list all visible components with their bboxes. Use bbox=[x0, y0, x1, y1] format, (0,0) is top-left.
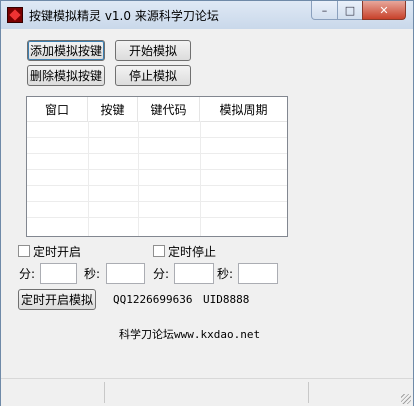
list-grid-line bbox=[200, 121, 201, 236]
add-key-button[interactable]: 添加模拟按键 bbox=[27, 40, 105, 61]
close-button[interactable]: ✕ bbox=[362, 1, 406, 20]
timer-stop-checkbox[interactable] bbox=[153, 245, 165, 257]
stop-minute-label: 分: bbox=[153, 267, 170, 281]
minimize-button[interactable]: – bbox=[311, 1, 338, 20]
start-second-input[interactable] bbox=[106, 263, 145, 284]
stop-simulation-button[interactable]: 停止模拟 bbox=[115, 65, 191, 86]
app-window: 按键模拟精灵 v1.0 来源科学刀论坛 – □ ✕ 添加模拟按键 开始模拟 删除… bbox=[0, 0, 414, 406]
uid-text: UID8888 bbox=[203, 293, 250, 306]
start-minute-label: 分: bbox=[19, 267, 36, 281]
list-grid-line bbox=[27, 153, 287, 154]
qq-contact-text: QQ1226699636 bbox=[113, 293, 193, 306]
resize-grip-icon[interactable] bbox=[401, 394, 411, 404]
delete-key-button[interactable]: 删除模拟按键 bbox=[27, 65, 105, 86]
list-grid-line bbox=[27, 217, 287, 218]
list-grid-line bbox=[27, 185, 287, 186]
stop-second-input[interactable] bbox=[238, 263, 278, 284]
list-header: 窗口 按键 键代码 模拟周期 bbox=[27, 97, 287, 122]
maximize-button[interactable]: □ bbox=[337, 1, 363, 20]
site-text: 科学刀论坛www.kxdao.net bbox=[119, 328, 261, 341]
status-bar bbox=[1, 378, 413, 406]
stop-minute-input[interactable] bbox=[174, 263, 214, 284]
timer-start-checkbox[interactable] bbox=[18, 245, 30, 257]
list-grid-line bbox=[27, 169, 287, 170]
list-grid-line bbox=[138, 121, 139, 236]
status-divider bbox=[104, 382, 105, 403]
status-divider bbox=[308, 382, 309, 403]
key-list[interactable]: 窗口 按键 键代码 模拟周期 bbox=[26, 96, 288, 237]
timer-start-label[interactable]: 定时开启 bbox=[33, 243, 81, 260]
column-header-window[interactable]: 窗口 bbox=[27, 97, 88, 121]
list-grid-line bbox=[88, 121, 89, 236]
list-grid-line bbox=[27, 201, 287, 202]
start-second-label: 秒: bbox=[84, 267, 101, 281]
timer-start-simulation-button[interactable]: 定时开启模拟 bbox=[18, 289, 96, 310]
start-minute-input[interactable] bbox=[40, 263, 77, 284]
app-icon[interactable] bbox=[7, 7, 23, 23]
timer-stop-label[interactable]: 定时停止 bbox=[168, 243, 216, 260]
client-area: 添加模拟按键 开始模拟 删除模拟按键 停止模拟 窗口 按键 键代码 模拟周期 定… bbox=[9, 30, 405, 398]
window-title: 按键模拟精灵 v1.0 来源科学刀论坛 bbox=[29, 9, 219, 23]
column-header-keycode[interactable]: 键代码 bbox=[138, 97, 200, 121]
title-bar[interactable]: 按键模拟精灵 v1.0 来源科学刀论坛 – □ ✕ bbox=[1, 1, 413, 29]
stop-second-label: 秒: bbox=[217, 267, 234, 281]
column-header-key[interactable]: 按键 bbox=[88, 97, 138, 121]
start-simulation-button[interactable]: 开始模拟 bbox=[115, 40, 191, 61]
list-grid-line bbox=[27, 137, 287, 138]
column-header-period[interactable]: 模拟周期 bbox=[200, 97, 287, 121]
